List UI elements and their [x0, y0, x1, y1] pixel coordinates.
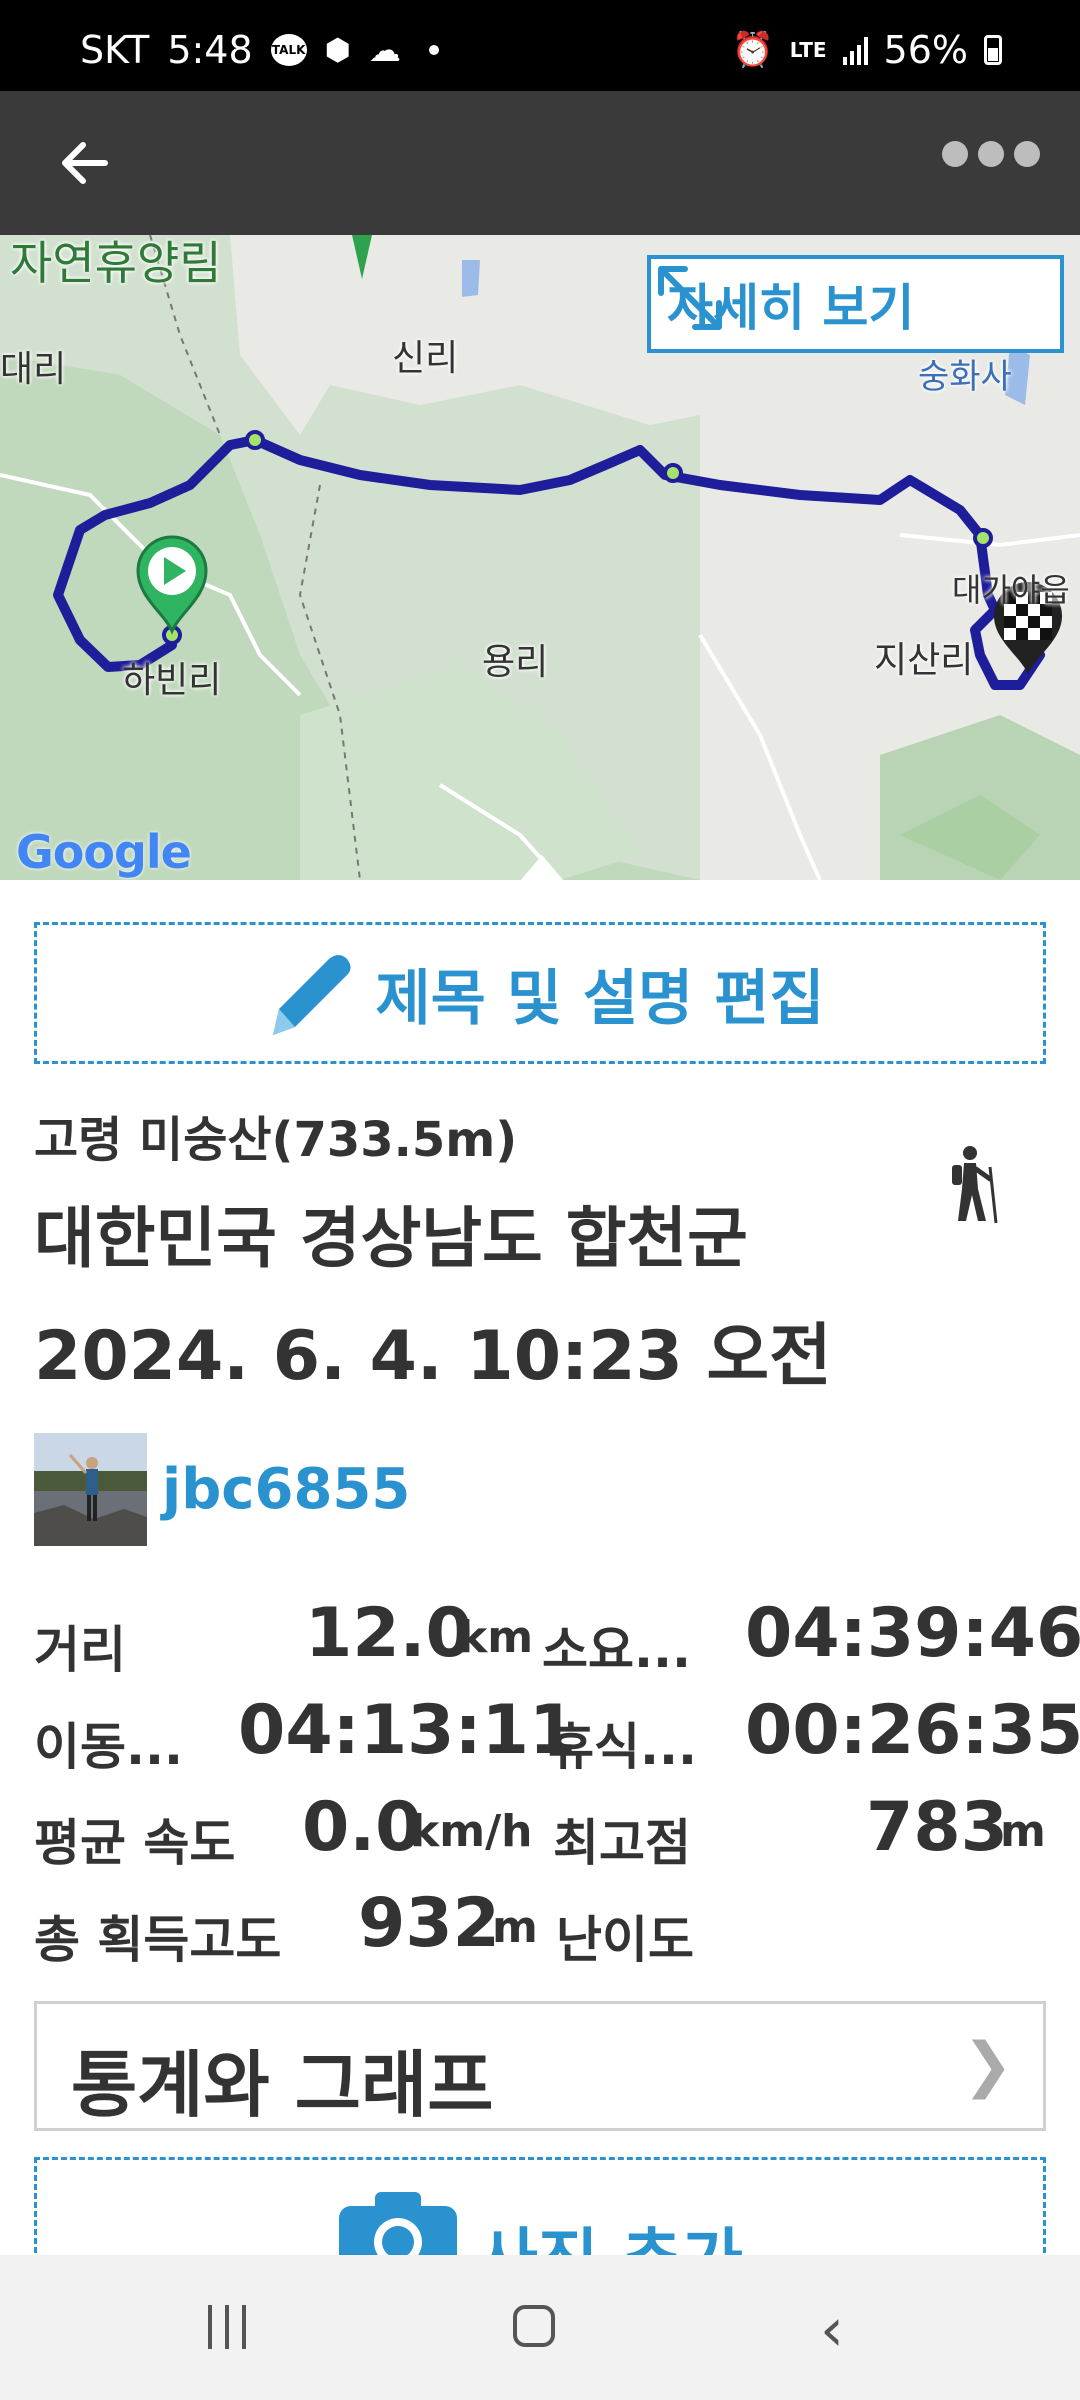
- chevron-right-icon: ❯: [962, 2030, 1013, 2100]
- max-altitude-label: 최고점: [553, 1814, 691, 1872]
- battery-percent: 56%: [883, 28, 968, 72]
- carrier-label: SKT: [80, 28, 150, 72]
- total-ascent-unit: m: [492, 1902, 538, 1953]
- kakaotalk-notification-icon: TALK: [270, 34, 307, 66]
- rest-time-label: 휴식...: [548, 1718, 697, 1776]
- route-map[interactable]: 자연휴양림 신리 대리 하빈리 용리 지산리 숭화사 대가야읍 자세히 보기 G…: [0, 235, 1080, 880]
- back-arrow-icon[interactable]: [55, 133, 115, 193]
- start-marker-icon[interactable]: [134, 535, 210, 635]
- track-subtitle: 고령 미숭산(733.5m): [34, 1112, 518, 1168]
- expand-arrows-icon: [658, 266, 722, 330]
- stats-and-graph-label: 통계와 그래프: [71, 2043, 494, 2127]
- max-altitude-unit: m: [1000, 1806, 1046, 1857]
- edit-title-label: 제목 및 설명 편집: [375, 963, 825, 1034]
- user-avatar[interactable]: [34, 1433, 147, 1546]
- system-navigation-bar: ‹: [0, 2255, 1080, 2400]
- battery-icon: [984, 35, 1002, 65]
- map-label-sunghwasa: 숭화사: [918, 357, 1012, 397]
- clock: 5:48: [167, 28, 253, 72]
- status-bar: SKT 5:48 TALK ⬢ ☁ ⏰ LTE 56%: [0, 0, 1080, 91]
- tracker-notification-icon: ⬢: [324, 32, 351, 68]
- map-label-daeri: 대리: [0, 349, 67, 390]
- alarm-icon: ⏰: [731, 30, 774, 70]
- map-label-hwabinri: 하빈리: [122, 660, 222, 701]
- signal-icon: [842, 35, 868, 65]
- distance-unit: km: [458, 1612, 534, 1663]
- distance-label: 거리: [34, 1621, 126, 1679]
- difficulty-label: 난이도: [556, 1911, 694, 1969]
- map-label-sinri: 신리: [392, 338, 459, 379]
- google-attribution: Google: [16, 825, 192, 879]
- system-back-icon[interactable]: ‹: [820, 2295, 844, 2365]
- pencil-icon: [273, 955, 352, 1035]
- total-ascent-value: 932: [358, 1884, 500, 1963]
- more-options-icon[interactable]: [942, 141, 1040, 167]
- avg-speed-unit: km/h: [410, 1806, 533, 1857]
- network-type: LTE: [789, 38, 827, 62]
- total-ascent-label: 총 획득고도: [34, 1911, 282, 1969]
- recent-apps-icon[interactable]: [208, 2305, 246, 2349]
- hiking-icon: [952, 1146, 998, 1224]
- cloud-notification-icon: ☁: [368, 31, 401, 69]
- track-datetime: 2024. 6. 4. 10:23 오전: [34, 1317, 832, 1396]
- app-bar: [0, 91, 1080, 235]
- map-label-jisanri: 지산리: [874, 640, 974, 681]
- edit-title-description-button[interactable]: 제목 및 설명 편집: [34, 922, 1046, 1064]
- map-label-forest: 자연휴양림: [10, 236, 222, 290]
- map-label-yongri: 용리: [482, 642, 549, 683]
- moving-time-value: 04:13:11: [238, 1691, 577, 1770]
- stats-and-graph-button[interactable]: 통계와 그래프 ❯: [34, 2001, 1046, 2131]
- total-time-value: 04:39:46: [745, 1594, 1080, 1673]
- more-notifications-dot: [428, 45, 439, 55]
- total-time-label: 소요...: [542, 1621, 691, 1679]
- map-pointer-notch: [520, 855, 564, 881]
- view-details-button[interactable]: 자세히 보기: [647, 255, 1064, 353]
- moving-time-label: 이동...: [34, 1718, 183, 1776]
- track-location: 대한민국 경상남도 합천군: [34, 1200, 748, 1277]
- distance-value: 12.0: [305, 1594, 473, 1673]
- rest-time-value: 00:26:35: [745, 1691, 1080, 1770]
- avg-speed-label: 평균 속도: [34, 1814, 236, 1872]
- avg-speed-value: 0.0: [302, 1788, 423, 1867]
- max-altitude-value: 783: [866, 1788, 1008, 1867]
- home-icon[interactable]: [513, 2305, 555, 2347]
- username-link[interactable]: jbc6855: [162, 1457, 410, 1522]
- map-label-daegaya: 대가야읍: [952, 571, 1070, 609]
